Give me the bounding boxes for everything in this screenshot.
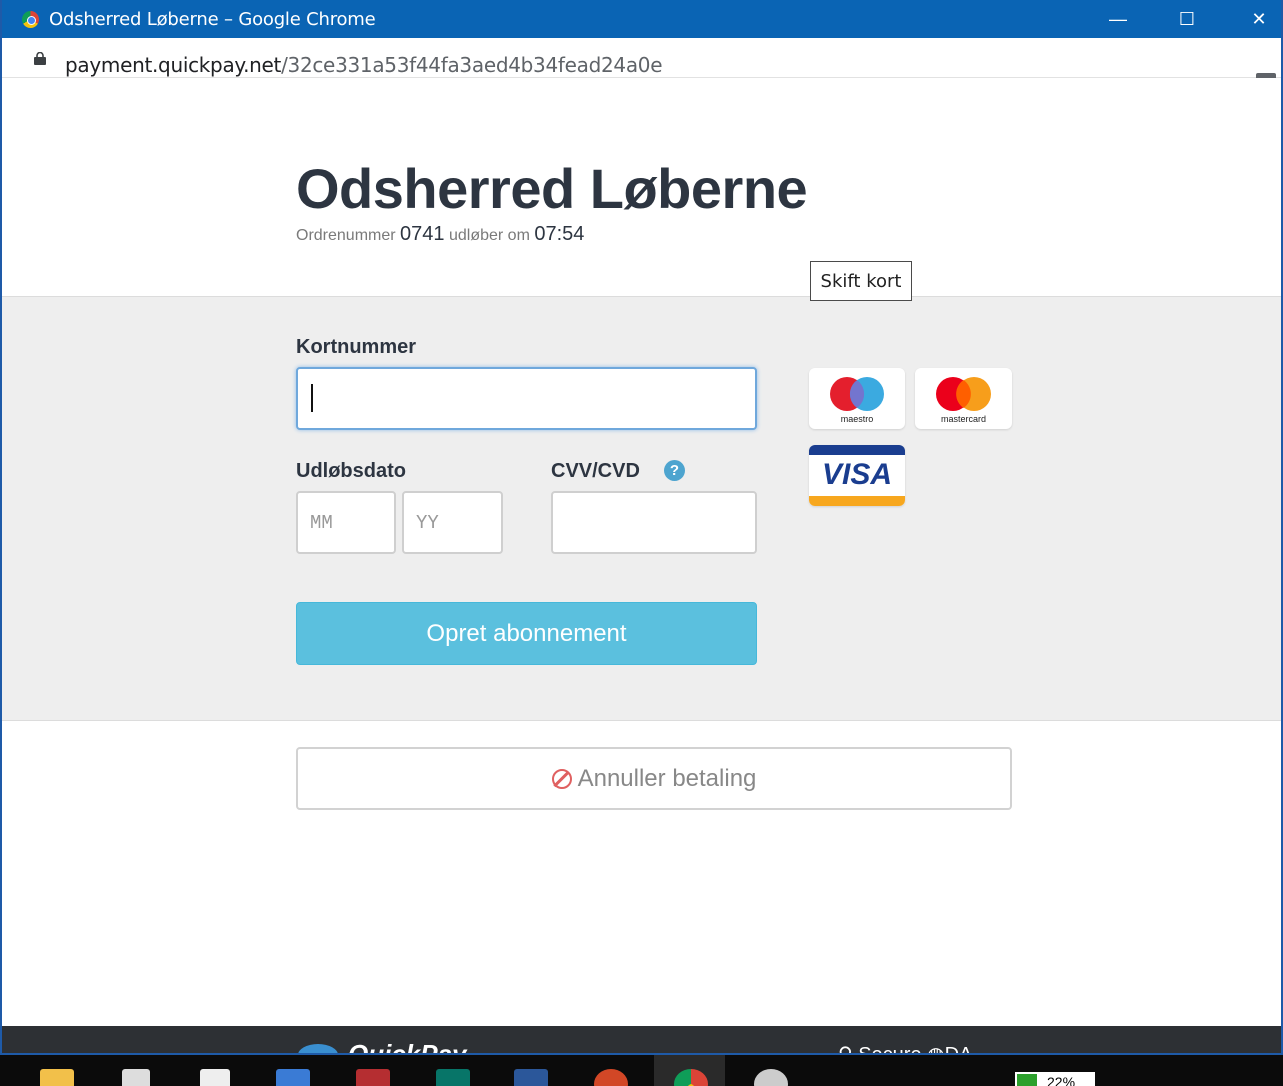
quickpay-brand: QuickPay xyxy=(348,1039,467,1055)
visa-word: VISA xyxy=(821,458,893,491)
expiry-label: Udløbsdato xyxy=(296,460,406,482)
cvv-input[interactable] xyxy=(551,491,757,554)
maestro-caption: maestro xyxy=(840,414,874,424)
cancel-payment-button[interactable]: Annuller betaling xyxy=(296,747,1012,810)
cvv-label: CVV/CVD xyxy=(551,460,640,482)
battery-indicator[interactable]: 22% xyxy=(1015,1072,1095,1086)
visa-band-bottom xyxy=(809,496,905,506)
create-subscription-button[interactable]: Opret abonnement xyxy=(296,602,757,665)
close-button[interactable]: ✕ xyxy=(1236,0,1281,38)
footer: QuickPay ⚲ Secure ◍DA xyxy=(2,1026,1281,1055)
mastercard-logo[interactable]: mastercard xyxy=(915,368,1012,429)
quickpay-logo-icon xyxy=(298,1044,338,1053)
title-bar[interactable]: Odsherred Løberne – Google Chrome — ☐ ✕ xyxy=(2,0,1281,38)
globe-icon: ◍ xyxy=(927,1044,945,1055)
change-card-tooltip: Skift kort xyxy=(810,261,912,301)
windows-security-icon[interactable] xyxy=(200,1069,230,1086)
expiry-year-input[interactable] xyxy=(402,491,503,554)
network-tool-icon[interactable] xyxy=(754,1069,788,1086)
access-icon[interactable] xyxy=(356,1069,390,1086)
lock-icon xyxy=(34,52,46,65)
mastercard-caption: mastercard xyxy=(940,414,986,424)
order-info: Ordrenummer 0741 udløber om 07:54 xyxy=(296,223,584,246)
order-number: 0741 xyxy=(400,223,445,245)
card-number-label: Kortnummer xyxy=(296,336,417,358)
minimize-button[interactable]: — xyxy=(1095,0,1141,38)
url-host: payment.quickpay.net xyxy=(65,53,282,77)
cancel-payment-label: Annuller betaling xyxy=(577,764,757,792)
file-explorer-icon[interactable] xyxy=(40,1069,74,1086)
text-caret xyxy=(311,384,313,412)
chrome-logo-icon xyxy=(22,11,39,28)
url-path: /32ce331a53f44fa3aed4b34fead24a0e xyxy=(281,53,663,77)
secure-text: Secure xyxy=(858,1044,922,1055)
maximize-button[interactable]: ☐ xyxy=(1164,0,1210,38)
order-label: Ordrenummer xyxy=(296,227,396,244)
visa-band-top xyxy=(809,445,905,455)
merchant-name: Odsherred Løberne xyxy=(296,157,808,220)
browser-window: Odsherred Løberne – Google Chrome — ☐ ✕ … xyxy=(0,0,1283,1055)
expiry-month-input[interactable] xyxy=(296,491,396,554)
calculator-icon[interactable] xyxy=(122,1069,150,1086)
maestro-circles-icon xyxy=(830,377,884,411)
visa-logo[interactable]: VISA xyxy=(809,445,905,506)
help-icon[interactable]: ? xyxy=(664,460,685,481)
taskbar: 22% xyxy=(0,1055,1283,1086)
photos-icon[interactable] xyxy=(276,1069,310,1086)
mastercard-circles-icon xyxy=(936,377,991,411)
battery-text: 22% xyxy=(1047,1074,1076,1086)
language-code: DA xyxy=(944,1044,973,1055)
secure-language[interactable]: ⚲ Secure ◍DA xyxy=(838,1042,973,1055)
expires-value: 07:54 xyxy=(534,223,585,245)
pin-icon: ⚲ xyxy=(838,1044,853,1055)
powerpoint-icon[interactable] xyxy=(594,1069,628,1086)
maestro-logo[interactable]: maestro xyxy=(809,368,905,429)
url-text[interactable]: payment.quickpay.net/32ce331a53f44fa3aed… xyxy=(65,53,663,77)
publisher-icon[interactable] xyxy=(436,1069,470,1086)
prohibited-icon xyxy=(551,768,572,789)
window-title: Odsherred Løberne – Google Chrome xyxy=(49,9,376,30)
card-number-input[interactable] xyxy=(296,367,757,430)
word-icon[interactable] xyxy=(514,1069,548,1086)
expires-label: udløber om xyxy=(448,227,530,244)
battery-fill xyxy=(1017,1074,1037,1086)
